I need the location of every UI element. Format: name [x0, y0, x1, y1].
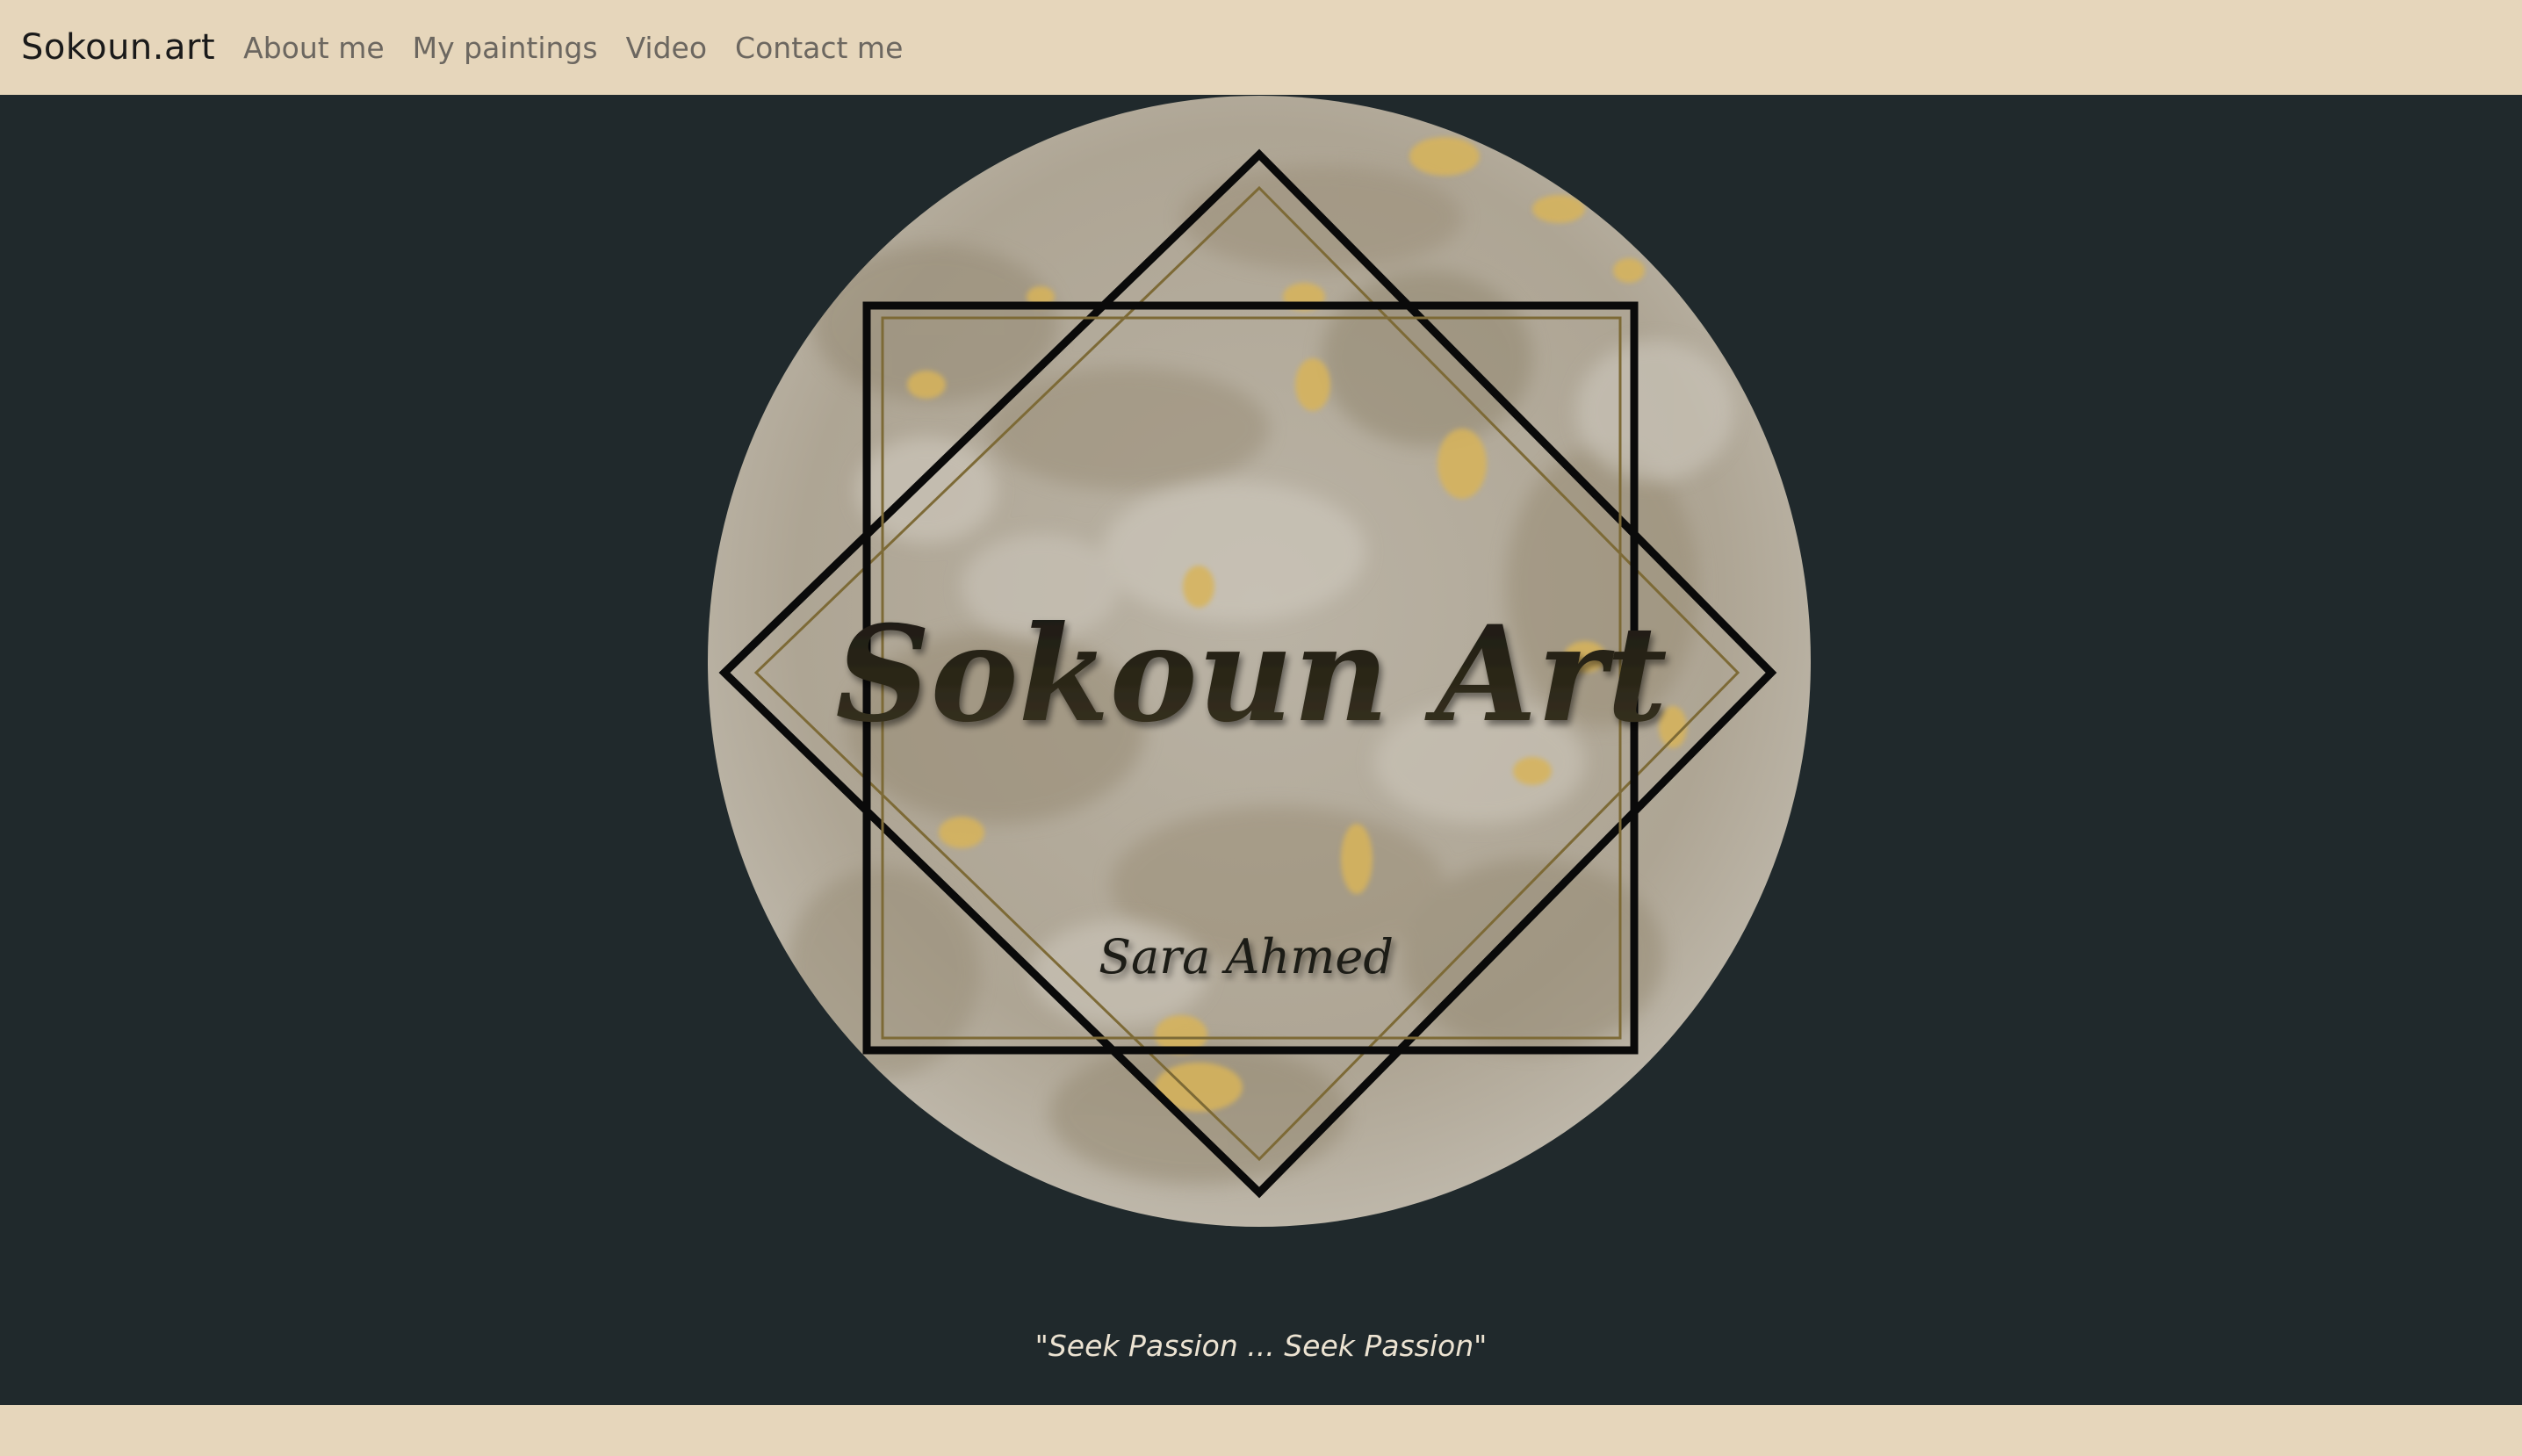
nav-link-video[interactable]: Video: [626, 31, 707, 65]
hero-section: Sokoun Art Sara Ahmed "Seek Passion ... …: [0, 95, 2522, 1405]
top-navbar: Sokoun.art About me My paintings Video C…: [0, 0, 2522, 95]
logo-graphic: Sokoun Art Sara Ahmed: [708, 96, 1811, 1227]
brand-link[interactable]: Sokoun.art: [21, 27, 215, 68]
marble-background: Sokoun Art Sara Ahmed: [708, 96, 1811, 1227]
logo-title: Sokoun Art: [835, 597, 1667, 752]
nav-link-contact-me[interactable]: Contact me: [735, 31, 903, 65]
sokoun-art-logo: Sokoun Art Sara Ahmed: [707, 95, 1812, 1228]
nav-link-about-me[interactable]: About me: [243, 31, 385, 65]
tagline: "Seek Passion ... Seek Passion": [1034, 1329, 1488, 1363]
nav-links: About me My paintings Video Contact me: [241, 31, 929, 65]
footer-bar: [0, 1405, 2522, 1456]
nav-link-my-paintings[interactable]: My paintings: [413, 31, 598, 65]
logo-signature: Sara Ahmed: [1099, 929, 1394, 984]
